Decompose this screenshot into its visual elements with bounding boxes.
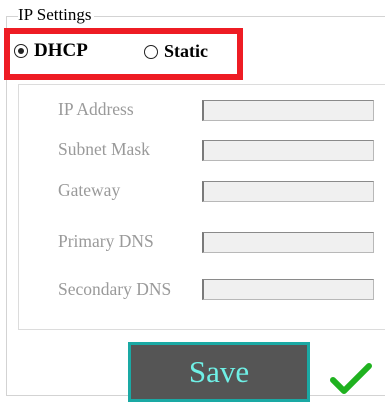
subnet-mask-label: Subnet Mask [58,139,150,159]
gateway-input[interactable] [202,181,374,202]
ip-address-input[interactable] [202,100,374,121]
primary-dns-label: Primary DNS [58,231,154,251]
primary-dns-input[interactable] [202,232,374,253]
gateway-label: Gateway [58,180,121,200]
group-title: IP Settings [18,4,94,26]
checkmark-icon [330,363,372,394]
ip-address-label: IP Address [58,99,134,119]
highlight-box [4,28,243,80]
subnet-mask-input[interactable] [202,140,374,161]
secondary-dns-label: Secondary DNS [58,279,172,299]
secondary-dns-input[interactable] [202,279,374,300]
save-button[interactable]: Save [128,342,310,402]
